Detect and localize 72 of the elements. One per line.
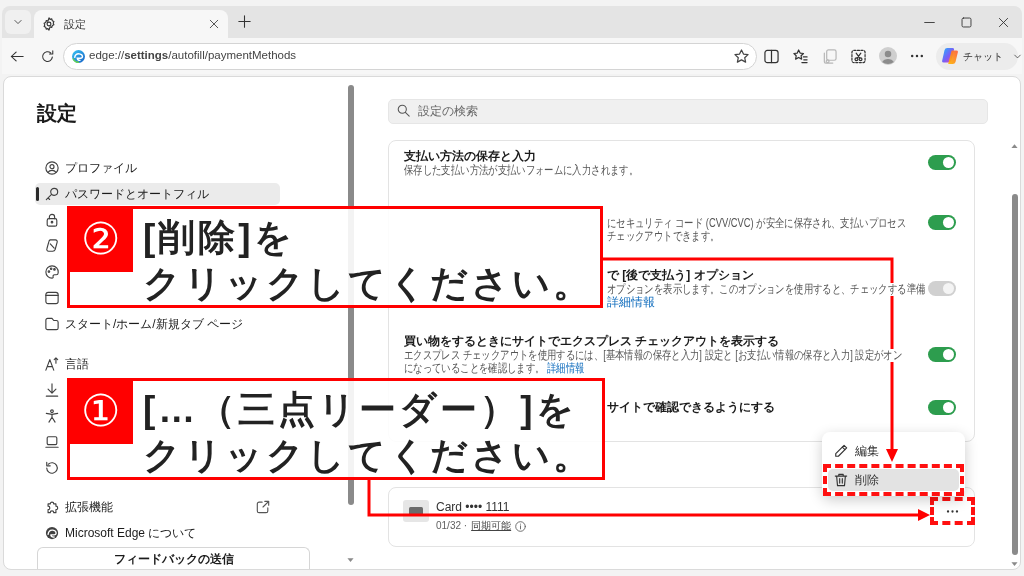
- key-icon: [45, 187, 59, 201]
- toggle-switch[interactable]: [928, 214, 956, 230]
- toggle-switch[interactable]: [928, 346, 956, 362]
- setting-description: になっていることを確認します。 詳細情報: [404, 362, 585, 375]
- scroll-down-arrow-icon[interactable]: [347, 557, 354, 563]
- screenshot-icon[interactable]: [851, 48, 866, 64]
- window-icon[interactable]: [45, 291, 59, 305]
- palette-icon[interactable]: [45, 265, 59, 279]
- chevron-down-icon: [13, 17, 23, 27]
- sidebar-item[interactable]: スタート/ホーム/新規タブ ページ: [35, 313, 280, 335]
- laptop-icon[interactable]: [45, 435, 59, 449]
- setting-title: で [後で支払う] オプション: [607, 267, 754, 282]
- step-badge: ②: [67, 206, 133, 272]
- refresh-icon[interactable]: [40, 49, 54, 63]
- setting-description: オプションを表示します。このオプションを使用すると、チェックする準備: [607, 283, 926, 296]
- toggle-switch[interactable]: [928, 399, 956, 415]
- star-icon[interactable]: [734, 48, 749, 64]
- setting-description: にセキュリティ コード (CVV/CVC) が安全に保存され、支払いプロセス: [607, 217, 906, 230]
- close-icon[interactable]: [209, 19, 219, 29]
- scroll-down-arrow-icon[interactable]: [1011, 561, 1018, 567]
- split-screen-icon[interactable]: [764, 48, 779, 64]
- sidebar-item[interactable]: パスワードとオートフィル: [35, 183, 280, 205]
- info-icon[interactable]: [515, 520, 527, 532]
- download-icon[interactable]: [45, 383, 59, 397]
- sidebar-item[interactable]: 言語: [35, 353, 280, 375]
- feedback-button[interactable]: フィードバックの送信: [37, 547, 310, 569]
- card-name: Card •••• 1111: [436, 500, 511, 514]
- folder-icon: [45, 317, 59, 331]
- browser-logo-icon: [45, 526, 59, 540]
- setting-title: サイトで確認できるようにする: [607, 399, 775, 415]
- avatar-icon[interactable]: [878, 47, 897, 65]
- browser-tab[interactable]: 設定: [34, 10, 228, 38]
- search-icon: [397, 104, 410, 117]
- back-arrow-icon[interactable]: [10, 49, 24, 63]
- slanted-tile-icon[interactable]: [45, 239, 59, 253]
- language-icon: [45, 357, 59, 371]
- pencil-icon: [834, 444, 848, 458]
- toggle-switch[interactable]: [928, 155, 956, 170]
- scroll-up-arrow-icon[interactable]: [1011, 143, 1018, 149]
- sidebar-item[interactable]: プロファイル: [35, 157, 280, 179]
- sidebar-item[interactable]: Microsoft Edge について: [35, 522, 280, 544]
- sync-link[interactable]: 同期可能: [471, 519, 512, 533]
- card-expiry: 01/32 ·: [436, 519, 468, 533]
- address-field[interactable]: edge://settings/autofill/paymentMethods: [63, 42, 757, 70]
- sidebar-title: 設定: [37, 101, 77, 126]
- person-circle-icon: [45, 161, 59, 175]
- step-badge: ①: [67, 378, 133, 444]
- scrollbar-thumb[interactable]: [1011, 194, 1018, 555]
- search-field[interactable]: 設定の検索: [388, 98, 988, 124]
- accessibility-icon[interactable]: [45, 409, 59, 423]
- plus-icon[interactable]: [238, 15, 251, 28]
- setting-title: 支払い方法の保存と入力: [404, 148, 536, 164]
- maximize-icon[interactable]: [961, 16, 972, 28]
- sidebar-item[interactable]: 拡張機能: [35, 496, 280, 518]
- callout-text: […（三点リーダー）]を クリックしてください。: [143, 388, 593, 478]
- favorites-icon[interactable]: [793, 48, 808, 64]
- reset-icon[interactable]: [45, 461, 59, 475]
- gear-icon: [42, 17, 56, 31]
- trash-icon: [834, 473, 848, 487]
- menu-item[interactable]: 編集: [828, 440, 883, 462]
- learn-more-link[interactable]: 詳細情報: [547, 361, 585, 375]
- puzzle-icon: [45, 500, 59, 514]
- browser-logo-icon: [72, 49, 85, 63]
- lock-icon[interactable]: [45, 213, 59, 227]
- chevron-down-icon: [1013, 51, 1022, 61]
- close-icon[interactable]: [998, 16, 1009, 28]
- setting-description: エクスプレス チェックアウトを使用するには、[基本情報の保存と入力] 設定と [お支払い情報の保存と入力] 設定がオン: [404, 349, 903, 362]
- colorful-logo-icon: [942, 48, 958, 64]
- external-link-icon[interactable]: [256, 500, 270, 514]
- setting-title: 買い物をするときにサイトでエクスプレス チェックアウトを表示する: [404, 333, 780, 349]
- callout-text: [削除]を クリックしてください。: [143, 216, 593, 306]
- menu-item[interactable]: 削除: [828, 469, 959, 491]
